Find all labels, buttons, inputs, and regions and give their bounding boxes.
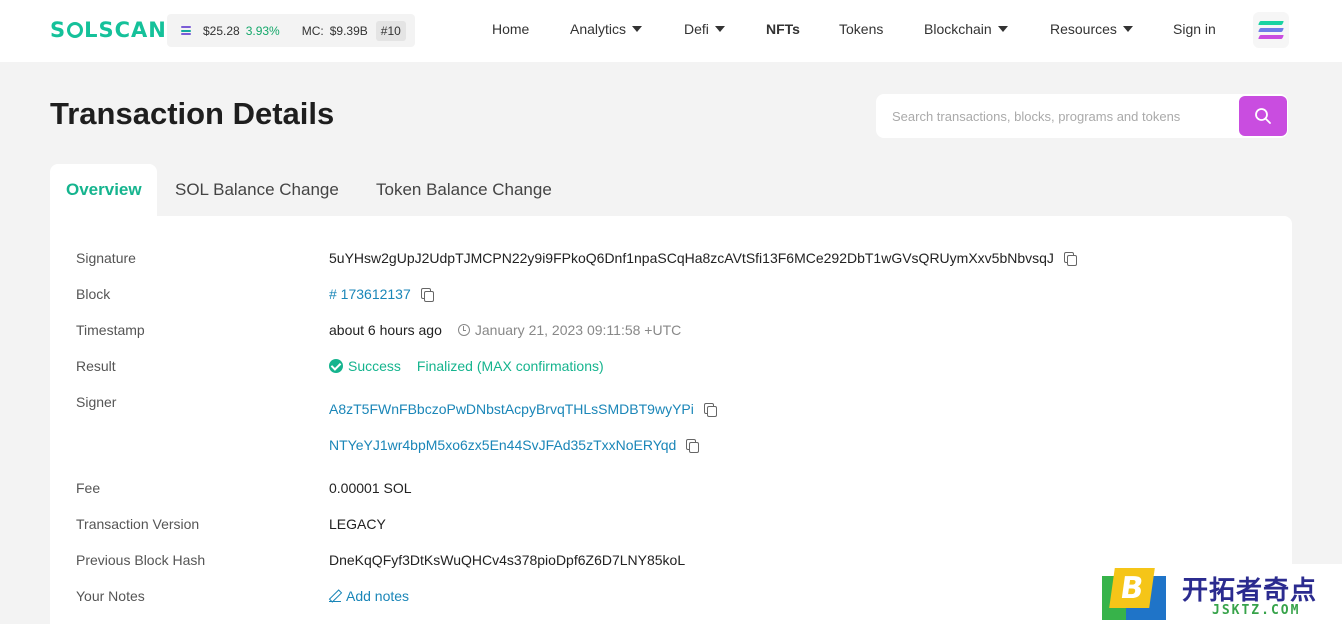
tab-token-balance-change[interactable]: Token Balance Change xyxy=(360,164,568,216)
solana-logo-icon-bar xyxy=(1258,35,1284,39)
copy-icon[interactable] xyxy=(703,402,717,417)
nav-blockchain[interactable]: Blockchain xyxy=(924,21,1008,37)
copy-icon[interactable] xyxy=(420,287,434,302)
nav-defi[interactable]: Defi xyxy=(684,21,725,37)
timestamp-label: Timestamp xyxy=(76,322,145,338)
tab-sol-balance-change[interactable]: SOL Balance Change xyxy=(159,164,355,216)
nav-sign-in[interactable]: Sign in xyxy=(1173,21,1216,37)
search-input[interactable] xyxy=(876,94,1238,138)
solscan-logo[interactable]: S LSCAN xyxy=(50,18,167,42)
fee-value: 0.00001 SOL xyxy=(329,480,412,496)
nav-resources[interactable]: Resources xyxy=(1050,21,1133,37)
watermark-subtitle: JSKTZ.COM xyxy=(1212,603,1301,618)
search-icon xyxy=(1255,108,1271,124)
chevron-down-icon xyxy=(1122,26,1133,32)
signature-label: Signature xyxy=(76,250,136,266)
watermark-title: 开拓者奇点 xyxy=(1182,576,1318,606)
notes-label: Your Notes xyxy=(76,588,145,604)
chevron-down-icon xyxy=(632,26,643,32)
block-label: Block xyxy=(76,286,111,302)
result-status: Success xyxy=(348,358,401,374)
copy-icon[interactable] xyxy=(1063,251,1077,266)
nav-home[interactable]: Home xyxy=(492,21,529,37)
rank-badge: #10 xyxy=(375,20,406,41)
price-change: 3.93% xyxy=(245,23,280,38)
version-label: Transaction Version xyxy=(76,516,200,532)
chevron-down-icon xyxy=(714,26,725,32)
confirmation-status: Finalized (MAX confirmations) xyxy=(416,358,604,374)
add-notes-text: Add notes xyxy=(346,588,410,604)
clock-icon xyxy=(457,324,470,336)
check-circle-icon xyxy=(329,359,343,373)
signer-link[interactable]: A8zT5FWnFBbczoPwDNbstAcpyBrvqTHLsSMDBT9w… xyxy=(329,401,694,417)
previous-hash-label: Previous Block Hash xyxy=(76,552,206,568)
chevron-down-icon xyxy=(997,26,1008,32)
tab-overview[interactable]: Overview xyxy=(50,164,157,216)
timestamp-absolute: January 21, 2023 09:11:58 +UTC xyxy=(474,322,682,338)
overview-panel: Signature 5uYHsw2gUpJ2UdpTJMCPN22y9i9FPk… xyxy=(50,216,1292,624)
sol-price-ticker: $25.28 3.93% MC: $9.39B #10 xyxy=(167,14,415,47)
network-selector-button[interactable] xyxy=(1253,12,1289,48)
signer-link[interactable]: NTYeYJ1wr4bpM5xo6zx5En44SvJFAd35zTxxNoER… xyxy=(329,437,676,453)
search-bar xyxy=(876,94,1288,138)
watermark-logo-letter: B xyxy=(1109,568,1155,608)
fee-label: Fee xyxy=(76,480,101,496)
site-watermark-badge: B 开拓者奇点 JSKTZ.COM xyxy=(1090,564,1342,624)
block-link[interactable]: # 173612137 xyxy=(329,286,411,302)
nav-analytics[interactable]: Analytics xyxy=(570,21,643,37)
signature-value: 5uYHsw2gUpJ2UdpTJMCPN22y9i9FPkoQ6Dnf1npa… xyxy=(329,250,1054,266)
signature-row: 5uYHsw2gUpJ2UdpTJMCPN22y9i9FPkoQ6Dnf1npa… xyxy=(329,250,1077,266)
add-notes-link[interactable]: Add notes xyxy=(329,588,409,604)
nav-tokens[interactable]: Tokens xyxy=(839,21,883,37)
search-button[interactable] xyxy=(1239,96,1287,136)
page-title: Transaction Details xyxy=(50,96,335,131)
watermark-logo: B xyxy=(1102,568,1166,620)
previous-hash-value: DneKqQFyf3DtKsWuQHCv4s378pioDpf6Z6D7LNY8… xyxy=(329,552,686,568)
version-value: LEGACY xyxy=(329,516,386,532)
signer-row-2: NTYeYJ1wr4bpM5xo6zx5En44SvJFAd35zTxxNoER… xyxy=(329,437,700,453)
market-cap-label: MC: xyxy=(301,23,324,38)
solana-logo-icon-bar xyxy=(1258,28,1284,32)
signer-row-1: A8zT5FWnFBbczoPwDNbstAcpyBrvqTHLsSMDBT9w… xyxy=(329,401,717,417)
top-navbar: S LSCAN $25.28 3.93% MC: $9.39B #10 Home … xyxy=(0,0,1342,62)
sol-price: $25.28 xyxy=(203,23,240,38)
block-row: # 173612137 xyxy=(329,286,434,302)
timestamp-row: about 6 hours ago January 21, 2023 09:11… xyxy=(329,322,681,338)
solana-logo-icon xyxy=(1258,21,1284,25)
pencil-icon xyxy=(329,590,341,602)
nav-nfts[interactable]: NFTs xyxy=(766,21,800,37)
solana-icon xyxy=(181,26,191,35)
result-label: Result xyxy=(76,358,116,374)
signer-label: Signer xyxy=(76,394,117,410)
timestamp-relative: about 6 hours ago xyxy=(329,322,442,338)
copy-icon[interactable] xyxy=(686,438,700,453)
result-row: Success Finalized (MAX confirmations) xyxy=(329,358,604,374)
market-cap-value: $9.39B xyxy=(329,23,368,38)
